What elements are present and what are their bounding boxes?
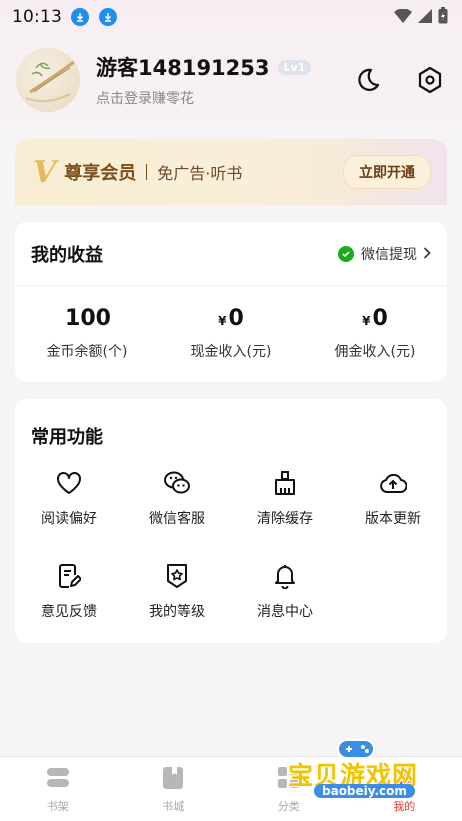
stat-label: 金币余额(个) (46, 344, 128, 360)
wechat-check-icon (338, 245, 354, 262)
category-icon (277, 766, 301, 790)
wechat-icon (163, 469, 191, 497)
common-functions-card: 常用功能 阅读偏好 微信客服 清除缓存 版本更新 意见反馈 我的等级 消息中心 (15, 399, 447, 643)
func-label: 意见反馈 (41, 604, 97, 620)
earnings-title: 我的收益 (31, 244, 103, 266)
vip-open-button[interactable]: 立即开通 (343, 155, 431, 189)
func-message-center[interactable]: 消息中心 (231, 562, 339, 621)
stat-value: 0 (372, 306, 388, 331)
download-notification-icon (71, 8, 89, 26)
func-my-level[interactable]: 我的等级 (123, 562, 231, 621)
feedback-icon (55, 562, 83, 590)
chevron-right-icon (423, 244, 431, 263)
cloud-upload-icon (379, 469, 407, 497)
stat-currency: ¥ (218, 314, 227, 328)
earnings-card: 我的收益 微信提现 100 金币余额(个) ¥0 现金收入(元) ¥0 佣金收入… (15, 222, 447, 382)
nav-label: 书架 (46, 800, 69, 813)
func-label: 微信客服 (149, 511, 205, 527)
func-wechat-service[interactable]: 微信客服 (123, 469, 231, 528)
vip-banner[interactable]: V 尊享会员 免广告·听书 立即开通 (15, 139, 447, 205)
stat-coin-balance[interactable]: 100 金币余额(个) (15, 306, 159, 361)
download-notification-icon (99, 8, 117, 26)
func-label: 版本更新 (365, 511, 421, 527)
profile-icon (392, 766, 416, 790)
nav-label: 书城 (162, 800, 185, 813)
bookshelf-icon (46, 766, 70, 790)
func-label: 消息中心 (257, 604, 313, 620)
username[interactable]: 游客148191253 (96, 52, 270, 82)
status-bar: 10:13 (0, 0, 462, 34)
func-reading-preference[interactable]: 阅读偏好 (15, 469, 123, 528)
nav-bookshelf[interactable]: 书架 (0, 757, 116, 821)
stat-currency: ¥ (362, 314, 371, 328)
func-label: 清除缓存 (257, 511, 313, 527)
stat-label: 现金收入(元) (190, 344, 272, 360)
vip-v-icon: V (33, 154, 57, 190)
signal-icon (418, 8, 432, 27)
status-time: 10:13 (12, 7, 62, 27)
nav-category[interactable]: 分类 (231, 757, 347, 821)
wifi-icon (394, 7, 412, 27)
level-star-icon (163, 562, 191, 590)
battery-icon (438, 6, 448, 28)
book-store-icon (161, 766, 185, 790)
stat-value: 0 (228, 306, 244, 331)
func-feedback[interactable]: 意见反馈 (15, 562, 123, 621)
nav-bookstore[interactable]: 书城 (116, 757, 232, 821)
functions-title: 常用功能 (31, 427, 103, 448)
stat-commission-income[interactable]: ¥0 佣金收入(元) (303, 306, 447, 361)
avatar[interactable] (16, 48, 80, 112)
level-badge: Lv1 (277, 59, 312, 75)
bell-icon (271, 562, 299, 590)
wechat-withdraw-label: 微信提现 (361, 246, 417, 263)
nav-label: 分类 (277, 800, 300, 813)
profile-header: 游客148191253 Lv1 点击登录赚零花 (16, 47, 446, 113)
wechat-withdraw-link[interactable]: 微信提现 (338, 244, 431, 264)
vip-divider (146, 164, 148, 180)
vip-title: 尊享会员 (64, 163, 137, 184)
stat-value: 100 (65, 306, 111, 331)
func-version-update[interactable]: 版本更新 (339, 469, 447, 528)
func-label: 我的等级 (149, 604, 205, 620)
settings-hexagon-icon[interactable] (416, 66, 444, 94)
vip-benefits: 免广告·听书 (157, 164, 243, 183)
stat-cash-income[interactable]: ¥0 现金收入(元) (159, 306, 303, 361)
nav-label: 我的 (393, 800, 416, 813)
stat-label: 佣金收入(元) (334, 344, 416, 360)
login-prompt[interactable]: 点击登录赚零花 (96, 88, 311, 108)
heart-icon (55, 469, 83, 497)
nav-mine[interactable]: 我的 (347, 757, 462, 821)
moon-icon[interactable] (354, 66, 382, 94)
bottom-nav: 书架 书城 分类 我的 (0, 756, 462, 821)
func-clear-cache[interactable]: 清除缓存 (231, 469, 339, 528)
broom-icon (271, 469, 299, 497)
func-label: 阅读偏好 (41, 511, 97, 527)
